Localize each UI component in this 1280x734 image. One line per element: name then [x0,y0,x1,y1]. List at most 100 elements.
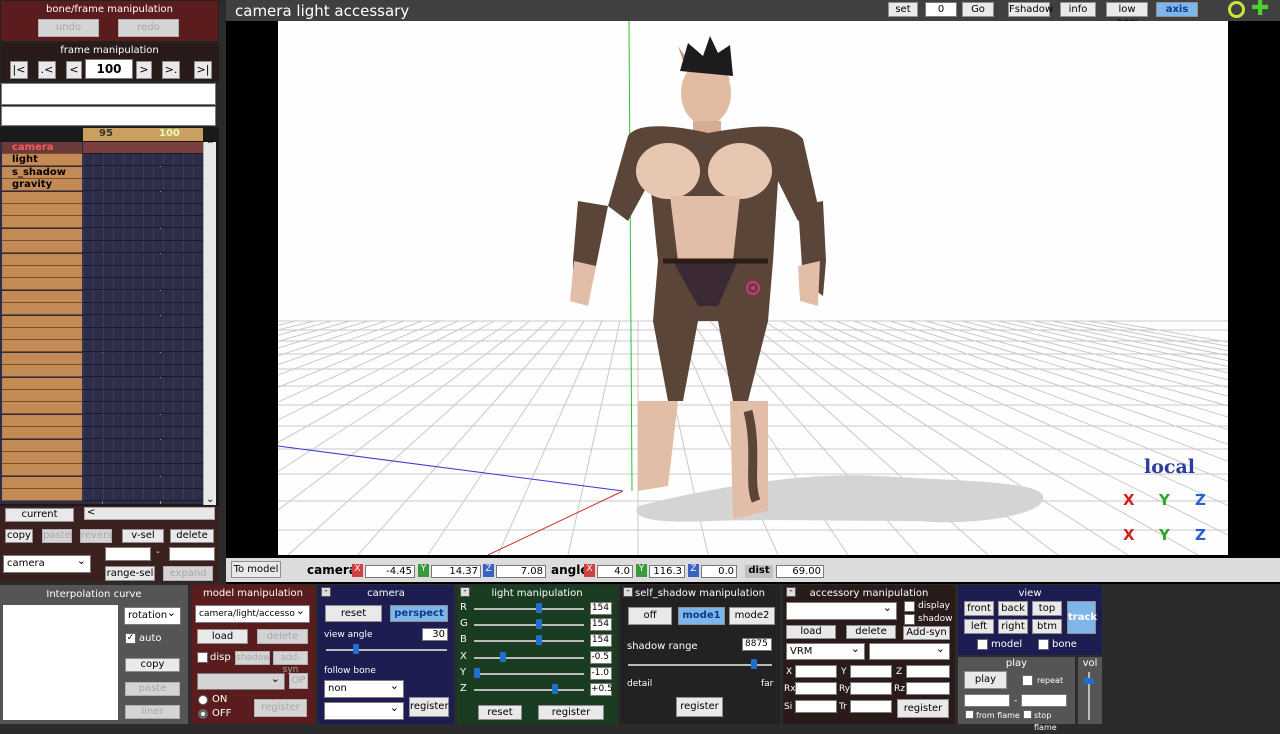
copy-button[interactable]: copy [5,529,33,543]
acc-ry-input[interactable] [850,682,892,695]
timeline-row[interactable] [2,439,82,452]
view-angle-input[interactable]: 30 [422,628,448,641]
range-start-input[interactable] [105,547,151,561]
timeline-row[interactable] [2,476,82,489]
camera-y-input[interactable]: 14.37 [431,565,481,578]
timeline-frames[interactable] [83,452,203,464]
scroll-up-icon[interactable]: ⌃ [206,140,214,151]
undo-button[interactable]: undo [38,19,99,37]
timeline-frames[interactable] [83,228,203,241]
vol-slider[interactable] [1084,678,1094,685]
timeline-row[interactable] [2,452,82,464]
view-track-button[interactable]: track [1067,601,1097,634]
op-button[interactable]: OP [289,673,308,689]
timeline-row[interactable]: light [2,154,82,167]
bone-info-field[interactable] [1,106,216,126]
timeline-frames[interactable] [83,191,203,204]
acc-sub-select[interactable] [869,641,950,660]
acc-load-button[interactable]: load [786,625,836,639]
angle-z-input[interactable]: 0.0 [701,565,737,578]
display-checkbox[interactable] [904,601,915,612]
set-button[interactable]: set [888,2,918,17]
view-right-button[interactable]: right [998,619,1028,634]
timeline-row[interactable] [2,377,82,390]
camera-reset-button[interactable]: reset [325,605,382,622]
repeat-checkbox[interactable] [1022,675,1033,686]
play-button[interactable]: play [964,671,1007,689]
to-model-button[interactable]: To model [231,561,281,578]
timeline-frames[interactable] [83,340,203,353]
off-radio[interactable] [198,709,208,719]
view-model-checkbox[interactable] [977,639,988,650]
camera-x-input[interactable]: -4.45 [365,565,415,578]
view-bone-checkbox[interactable] [1038,639,1049,650]
timeline-frames[interactable] [83,489,203,502]
timeline-frames[interactable] [83,154,203,167]
timeline-row[interactable] [2,204,82,216]
light-y-slider[interactable] [474,667,480,678]
fshadow-button[interactable]: Fshadow [1008,2,1053,17]
timeline-row[interactable] [2,253,82,266]
model-register-button[interactable]: register [254,699,307,717]
timeline-row[interactable] [2,241,82,254]
light-g-slider[interactable] [536,619,543,630]
acc-y-input[interactable] [850,665,892,678]
expand-button[interactable]: expand [163,566,213,581]
view-top-button[interactable]: top [1032,601,1062,616]
timeline-row[interactable] [2,303,82,316]
timeline-frames[interactable] [83,439,203,452]
angle-y-input[interactable]: 116.3 [649,565,685,578]
camera-z-input[interactable]: 7.08 [496,565,546,578]
revers-button[interactable]: revers [80,529,112,543]
acc-x-input[interactable] [795,665,837,678]
interpolation-curve-area[interactable] [3,605,118,720]
light-r-value[interactable]: 154 [590,602,612,615]
accessory-select[interactable] [786,600,897,620]
angle-x-input[interactable]: 4.0 [597,565,633,578]
follow-bone-sub-select[interactable] [324,700,404,720]
timeline-row[interactable] [2,390,82,402]
low-pow-button[interactable]: low pow [1106,2,1148,28]
scroll-left-icon[interactable]: < [87,507,95,518]
timeline-frames[interactable] [83,241,203,254]
timeline-row[interactable] [2,365,82,378]
timeline-frames[interactable] [83,328,203,340]
timeline-row[interactable]: camera [2,142,82,154]
timeline-frames[interactable] [83,377,203,390]
timeline-frames[interactable] [83,179,203,192]
timeline-row[interactable] [2,414,82,427]
camera-register-button[interactable]: register [409,697,449,717]
on-radio[interactable] [198,695,208,705]
from-frame-checkbox[interactable] [965,710,974,719]
range-sel-button[interactable]: range-sel [105,566,155,581]
acc-bone-select[interactable]: VRM [786,641,865,660]
timeline-frames[interactable] [83,204,203,216]
interp-copy-button[interactable]: copy [125,658,180,672]
perspect-button[interactable]: perspect [390,605,448,622]
model-select[interactable]: camera/light/accesso [195,603,310,623]
model-sub-select[interactable] [197,671,285,690]
next-frame-button[interactable]: > [136,61,152,79]
light-x-slider[interactable] [500,651,506,662]
timeline-frames[interactable] [83,414,203,427]
paste-button[interactable]: paste [42,529,72,543]
play-stop-input[interactable] [1021,694,1067,707]
3d-viewport[interactable]: local X Y Z X Y Z [278,21,1228,555]
disp-checkbox[interactable] [197,652,208,663]
timeline-frames[interactable] [83,303,203,316]
prev-keyframe-button[interactable]: .< [38,61,56,79]
first-frame-button[interactable]: |< [10,61,28,79]
dist-input[interactable]: 69.00 [776,565,824,578]
acc-rz-input[interactable] [906,682,950,695]
timeline-frames[interactable] [83,278,203,291]
go-button[interactable]: Go [962,2,994,17]
light-b-slider[interactable] [536,635,543,646]
light-reset-button[interactable]: reset [478,705,522,720]
timeline-frames[interactable] [83,390,203,402]
timeline-row[interactable] [2,315,82,328]
axis-button[interactable]: axis [1156,2,1198,17]
timeline-frames[interactable] [83,253,203,266]
acc-shadow-checkbox[interactable] [904,614,915,625]
add-syn-button[interactable]: add-syn [273,651,308,675]
timeline-frames[interactable] [83,142,203,154]
